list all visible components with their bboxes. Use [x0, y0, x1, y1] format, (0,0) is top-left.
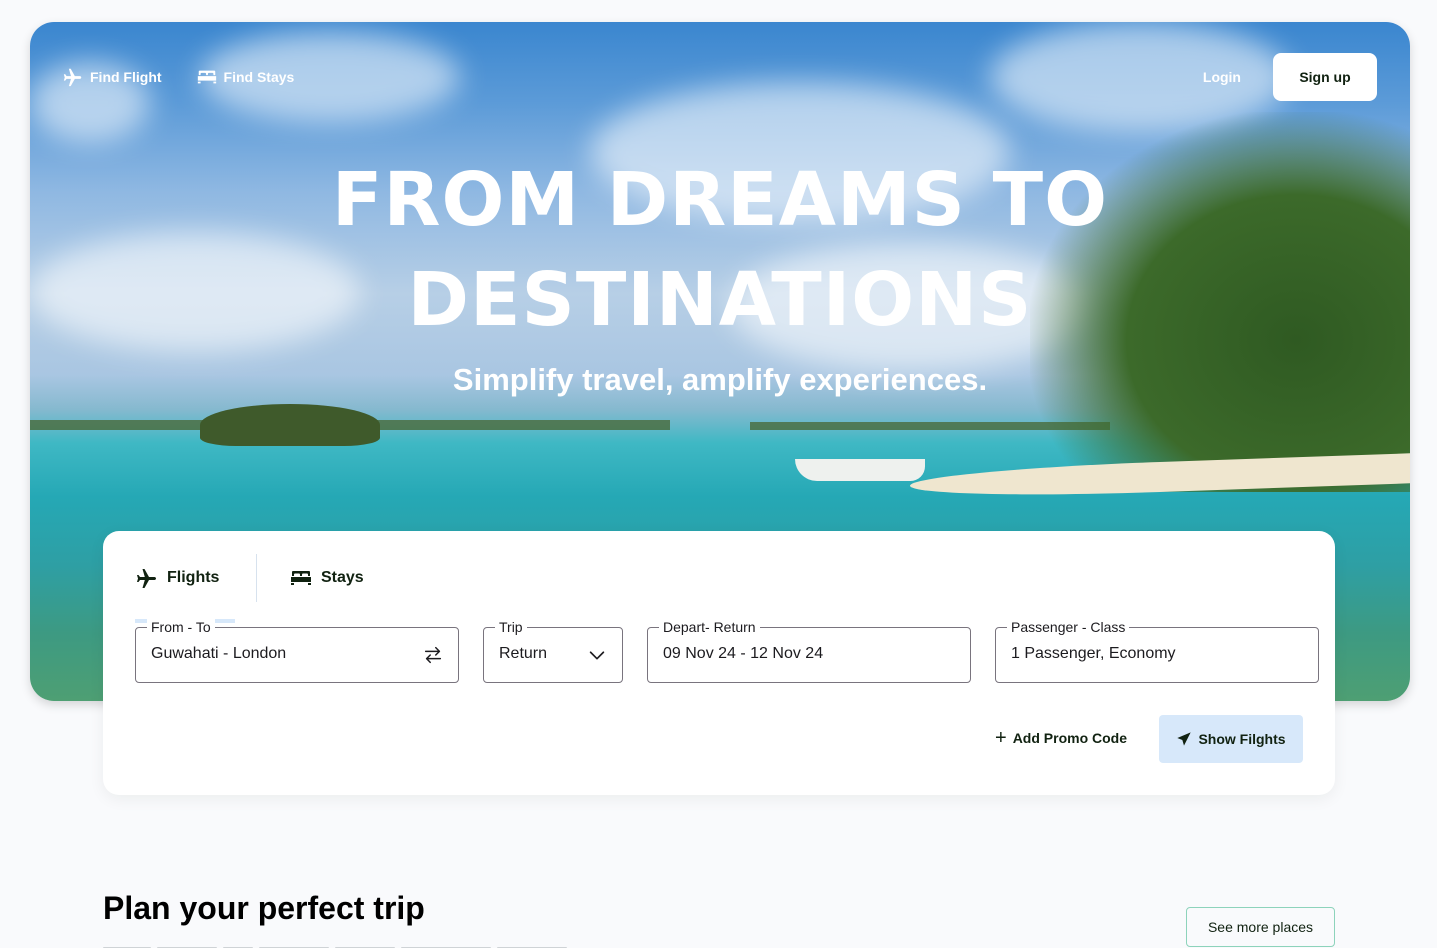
from-to-field[interactable]: From - To Guwahati - London	[135, 619, 459, 683]
airplane-icon	[137, 569, 156, 588]
tab-stays-label: Stays	[321, 569, 364, 586]
passenger-class-label: Passenger - Class	[1007, 619, 1130, 635]
plus-icon: +	[995, 727, 1007, 749]
boat	[795, 459, 925, 481]
nav-find-flight[interactable]: Find Flight	[62, 66, 162, 88]
depart-return-value: 09 Nov 24 - 12 Nov 24	[663, 645, 824, 662]
show-flights-button[interactable]: Show Filghts	[1159, 715, 1303, 763]
hero-headline: FROM DREAMS TO DESTINATIONS	[30, 150, 1410, 350]
tab-stays[interactable]: Stays	[289, 547, 364, 609]
island	[200, 404, 380, 446]
auth-nav: Login Sign up	[1203, 53, 1377, 101]
signup-button[interactable]: Sign up	[1273, 53, 1377, 101]
airplane-icon	[63, 68, 82, 87]
trip-label: Trip	[495, 619, 527, 635]
add-promo-code-button[interactable]: + Add Promo Code	[995, 727, 1128, 749]
primary-nav: Find Flight Find Stays	[62, 66, 294, 88]
bed-icon	[291, 571, 311, 585]
depart-return-field[interactable]: Depart- Return 09 Nov 24 - 12 Nov 24	[647, 619, 971, 683]
section-title: Plan your perfect trip	[103, 890, 425, 926]
tab-flights[interactable]: Flights	[135, 547, 235, 623]
nav-find-stays-label: Find Stays	[223, 69, 295, 85]
trip-select[interactable]: Trip Return	[483, 619, 623, 683]
nav-find-stays[interactable]: Find Stays	[196, 66, 295, 88]
passenger-class-value: 1 Passenger, Economy	[1011, 645, 1176, 662]
section-subtitle-cropped	[103, 940, 573, 948]
show-flights-label: Show Filghts	[1198, 731, 1286, 747]
hero-headline-line2: DESTINATIONS	[407, 257, 1033, 343]
hero-headline-line1: FROM DREAMS TO	[331, 157, 1109, 243]
see-more-places-button[interactable]: See more places	[1186, 907, 1335, 947]
search-tabs: Flights Stays	[135, 547, 364, 623]
paper-plane-icon	[1177, 732, 1192, 746]
hero-tagline: Simplify travel, amplify experiences.	[452, 362, 988, 397]
from-to-label: From - To	[147, 619, 215, 635]
login-link[interactable]: Login	[1203, 69, 1241, 85]
passenger-class-field[interactable]: Passenger - Class 1 Passenger, Economy	[995, 619, 1319, 683]
trip-value: Return	[499, 645, 548, 662]
depart-return-label: Depart- Return	[659, 619, 760, 635]
search-card: Flights Stays From - To Guwahati - Londo…	[103, 531, 1335, 795]
tab-divider	[256, 554, 257, 602]
from-to-value: Guwahati - London	[151, 645, 287, 662]
tab-flights-label: Flights	[167, 569, 220, 586]
chevron-down-icon	[589, 651, 605, 660]
nav-find-flight-label: Find Flight	[90, 69, 162, 85]
add-promo-code-label: Add Promo Code	[1012, 730, 1128, 746]
swap-icon[interactable]	[422, 644, 444, 666]
bed-icon	[197, 70, 216, 84]
